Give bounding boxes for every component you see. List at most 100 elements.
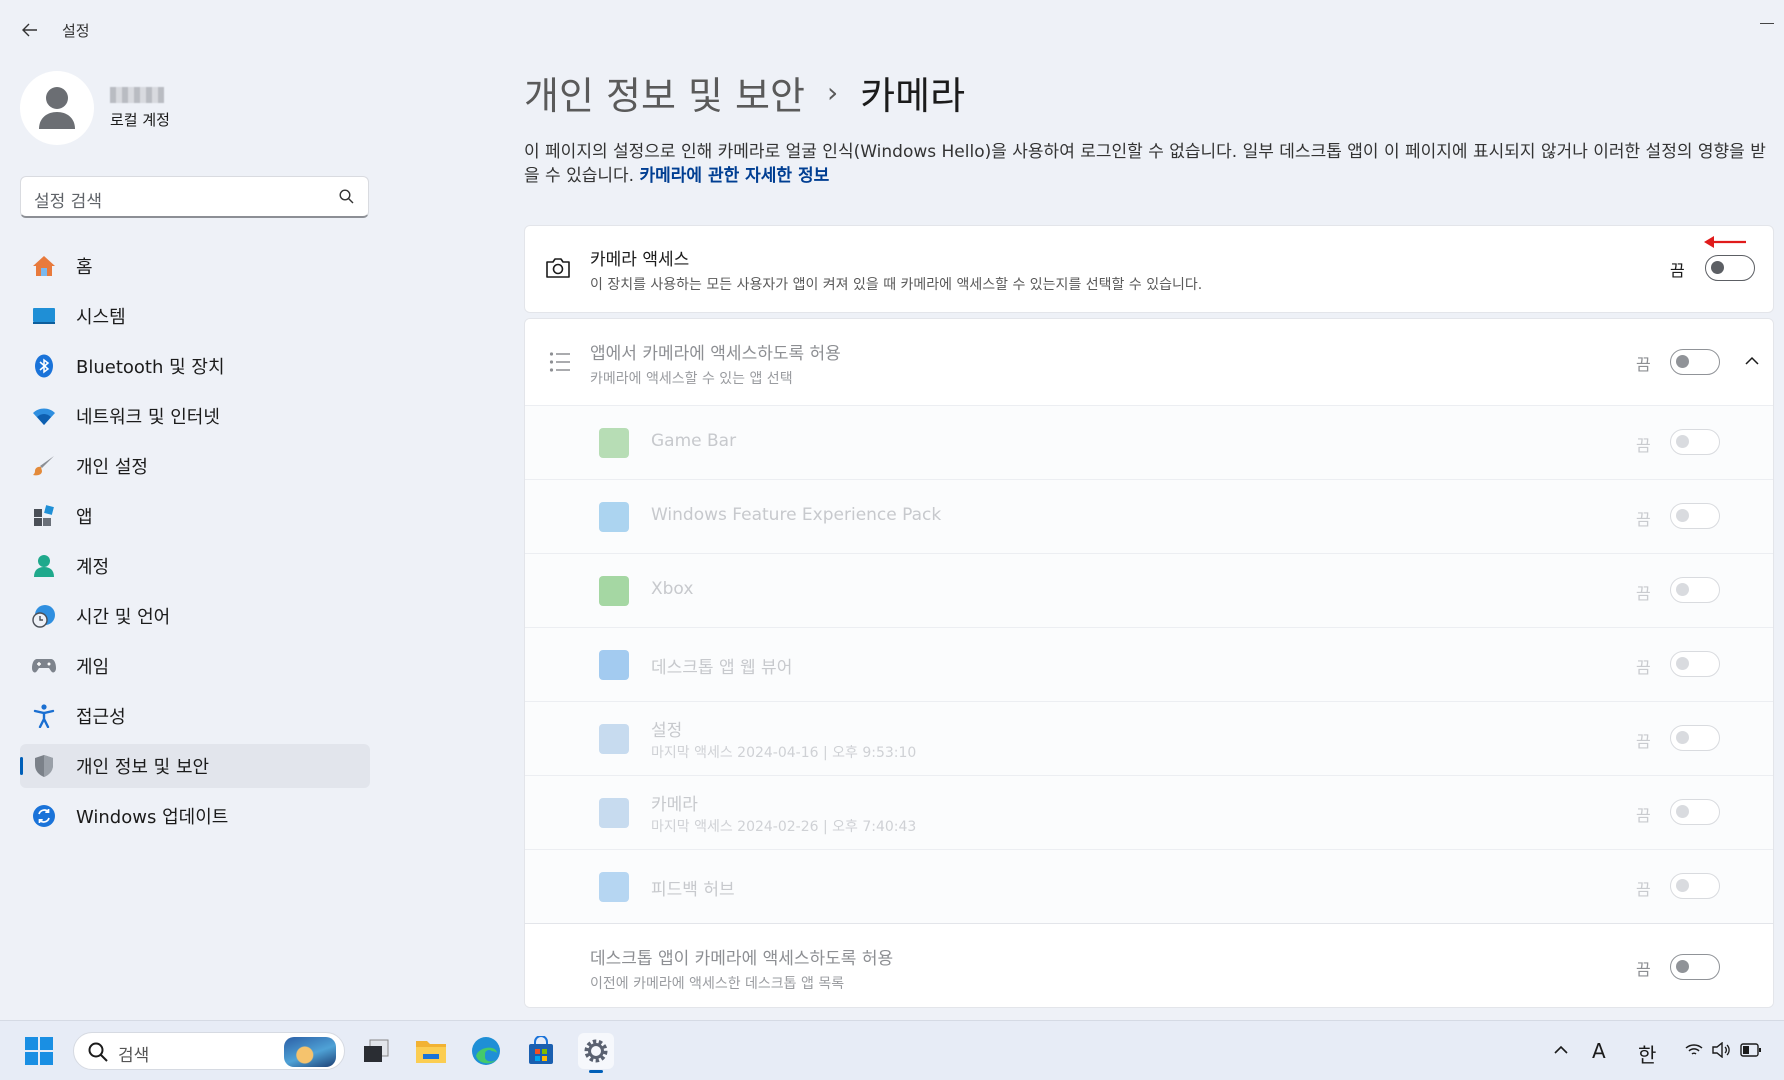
task-view-button[interactable] — [358, 1033, 394, 1069]
sidebar-item-label: 계정 — [76, 557, 110, 578]
app-name: Xbox — [651, 579, 694, 599]
app-row-settings: 설정 마지막 액세스 2024-04-16 | 오후 9:53:10 끔 — [525, 701, 1773, 775]
sidebar-item-gaming[interactable]: 게임 — [20, 644, 370, 688]
app-state: 끔 — [1636, 584, 1651, 603]
sidebar-item-accessibility[interactable]: 접근성 — [20, 694, 370, 738]
app-toggle-camera[interactable] — [1670, 799, 1720, 825]
sidebar-item-label: 시간 및 언어 — [76, 607, 171, 628]
sidebar-item-bluetooth[interactable]: Bluetooth 및 장치 — [20, 344, 370, 388]
account-icon — [32, 554, 56, 578]
app-access-state: 끔 — [1636, 355, 1651, 374]
edge-browser-button[interactable] — [468, 1033, 504, 1069]
sidebar-item-home[interactable]: 홈 — [20, 244, 370, 288]
desktop-access-state: 끔 — [1636, 960, 1651, 979]
feedback-hub-icon — [599, 872, 629, 902]
user-profile[interactable]: 로컬 계정 — [20, 70, 370, 146]
app-row-desktop-web-viewer: 데스크톱 앱 웹 뷰어 끔 — [525, 627, 1773, 701]
camera-access-toggle[interactable] — [1705, 255, 1755, 281]
file-explorer-button[interactable] — [413, 1033, 449, 1069]
back-arrow-icon — [22, 23, 37, 37]
volume-icon[interactable] — [1712, 1042, 1730, 1058]
sidebar: 로컬 계정 설정 검색 홈 시스템 Bluetooth 및 장치 네트워크 및 … — [20, 70, 370, 844]
app-state: 끔 — [1636, 880, 1651, 899]
camera-icon — [546, 258, 570, 278]
chevron-up-icon[interactable] — [1745, 356, 1759, 365]
settings-taskbar-button[interactable] — [578, 1033, 614, 1073]
gamepad-icon — [32, 654, 56, 678]
title-bar: 설정 — [0, 0, 1784, 60]
sidebar-item-windows-update[interactable]: Windows 업데이트 — [20, 794, 370, 838]
input-mode-indicator[interactable]: A — [1592, 1039, 1606, 1063]
sidebar-item-accounts[interactable]: 계정 — [20, 544, 370, 588]
breadcrumb: 개인 정보 및 보안 › 카메라 — [524, 68, 1774, 118]
sidebar-item-label: Windows 업데이트 — [76, 807, 229, 828]
account-type: 로컬 계정 — [110, 110, 170, 129]
app-toggle-desktop-web-viewer[interactable] — [1670, 651, 1720, 677]
app-toggle-settings[interactable] — [1670, 725, 1720, 751]
app-access-header[interactable]: 앱에서 카메라에 액세스하도록 허용 카메라에 액세스할 수 있는 앱 선택 끔 — [525, 319, 1773, 405]
store-button[interactable] — [523, 1033, 559, 1069]
sidebar-item-label: 접근성 — [76, 707, 126, 728]
app-row-game-bar: Game Bar 끔 — [525, 405, 1773, 479]
edge-icon — [472, 1037, 500, 1065]
sidebar-item-label: 개인 정보 및 보안 — [76, 757, 210, 778]
list-icon — [549, 352, 570, 372]
sidebar-item-system[interactable]: 시스템 — [20, 294, 370, 338]
feature-pack-icon — [599, 502, 629, 532]
search-icon[interactable] — [339, 189, 354, 204]
back-button[interactable] — [18, 18, 42, 42]
main-content: 개인 정보 및 보안 › 카메라 이 페이지의 설정으로 인해 카메라로 얼굴 … — [524, 68, 1774, 1008]
brush-icon — [32, 454, 56, 478]
search-placeholder: 설정 검색 — [34, 192, 102, 212]
app-toggle-xbox[interactable] — [1670, 577, 1720, 603]
settings-gear-icon — [584, 1039, 608, 1063]
person-icon — [39, 87, 75, 129]
app-name: 설정 — [651, 721, 683, 741]
input-language-indicator[interactable]: 한 — [1638, 1039, 1656, 1068]
windows-logo-icon — [25, 1037, 53, 1065]
clock-globe-icon — [32, 604, 56, 628]
sidebar-item-personalization[interactable]: 개인 설정 — [20, 444, 370, 488]
shield-icon — [32, 754, 56, 778]
desktop-access-toggle[interactable] — [1670, 954, 1720, 980]
app-name: 데스크톱 앱 웹 뷰어 — [651, 658, 793, 678]
taskbar-search-box[interactable]: 검색 — [73, 1032, 345, 1070]
sidebar-item-label: 네트워크 및 인터넷 — [76, 407, 220, 428]
app-access-toggle[interactable] — [1670, 349, 1720, 375]
app-toggle-game-bar[interactable] — [1670, 429, 1720, 455]
sidebar-item-time-language[interactable]: 시간 및 언어 — [20, 594, 370, 638]
breadcrumb-parent[interactable]: 개인 정보 및 보안 — [524, 65, 805, 120]
show-hidden-icons-chevron-icon[interactable] — [1554, 1045, 1568, 1054]
apps-icon — [32, 504, 56, 528]
desktop-access-subtitle: 이전에 카메라에 액세스한 데스크톱 앱 목록 — [590, 976, 845, 992]
settings-gear-icon — [599, 724, 629, 754]
minimize-button[interactable] — [1760, 10, 1774, 24]
xbox-icon — [599, 576, 629, 606]
taskbar-search-placeholder: 검색 — [118, 1046, 150, 1066]
sidebar-item-label: 게임 — [76, 657, 110, 678]
camera-info-link[interactable]: 카메라에 관한 자세한 정보 — [639, 166, 829, 186]
settings-search-input[interactable]: 설정 검색 — [20, 176, 369, 218]
app-state: 끔 — [1636, 806, 1651, 825]
camera-access-state: 끔 — [1670, 261, 1685, 280]
store-icon — [529, 1036, 553, 1064]
bluetooth-icon — [32, 354, 56, 378]
desktop-access-title: 데스크톱 앱이 카메라에 액세스하도록 허용 — [590, 949, 894, 969]
app-toggle-feedback-hub[interactable] — [1670, 873, 1720, 899]
sidebar-item-label: 개인 설정 — [76, 457, 148, 478]
sidebar-item-privacy-security[interactable]: 개인 정보 및 보안 — [20, 744, 370, 788]
wifi-icon — [32, 404, 56, 428]
wifi-icon[interactable] — [1685, 1043, 1703, 1057]
start-button[interactable] — [24, 1036, 54, 1070]
battery-icon[interactable] — [1740, 1043, 1762, 1057]
app-toggle-feature-experience-pack[interactable] — [1670, 503, 1720, 529]
page-title: 카메라 — [860, 73, 966, 118]
app-state: 끔 — [1636, 732, 1651, 751]
app-title: 설정 — [62, 22, 90, 40]
sidebar-item-label: 앱 — [76, 507, 93, 528]
desktop-app-access-row: 데스크톱 앱이 카메라에 액세스하도록 허용 이전에 카메라에 액세스한 데스크… — [525, 923, 1773, 1007]
sidebar-item-network[interactable]: 네트워크 및 인터넷 — [20, 394, 370, 438]
web-viewer-icon — [599, 650, 629, 680]
sidebar-item-apps[interactable]: 앱 — [20, 494, 370, 538]
app-name: 피드백 허브 — [651, 880, 735, 900]
